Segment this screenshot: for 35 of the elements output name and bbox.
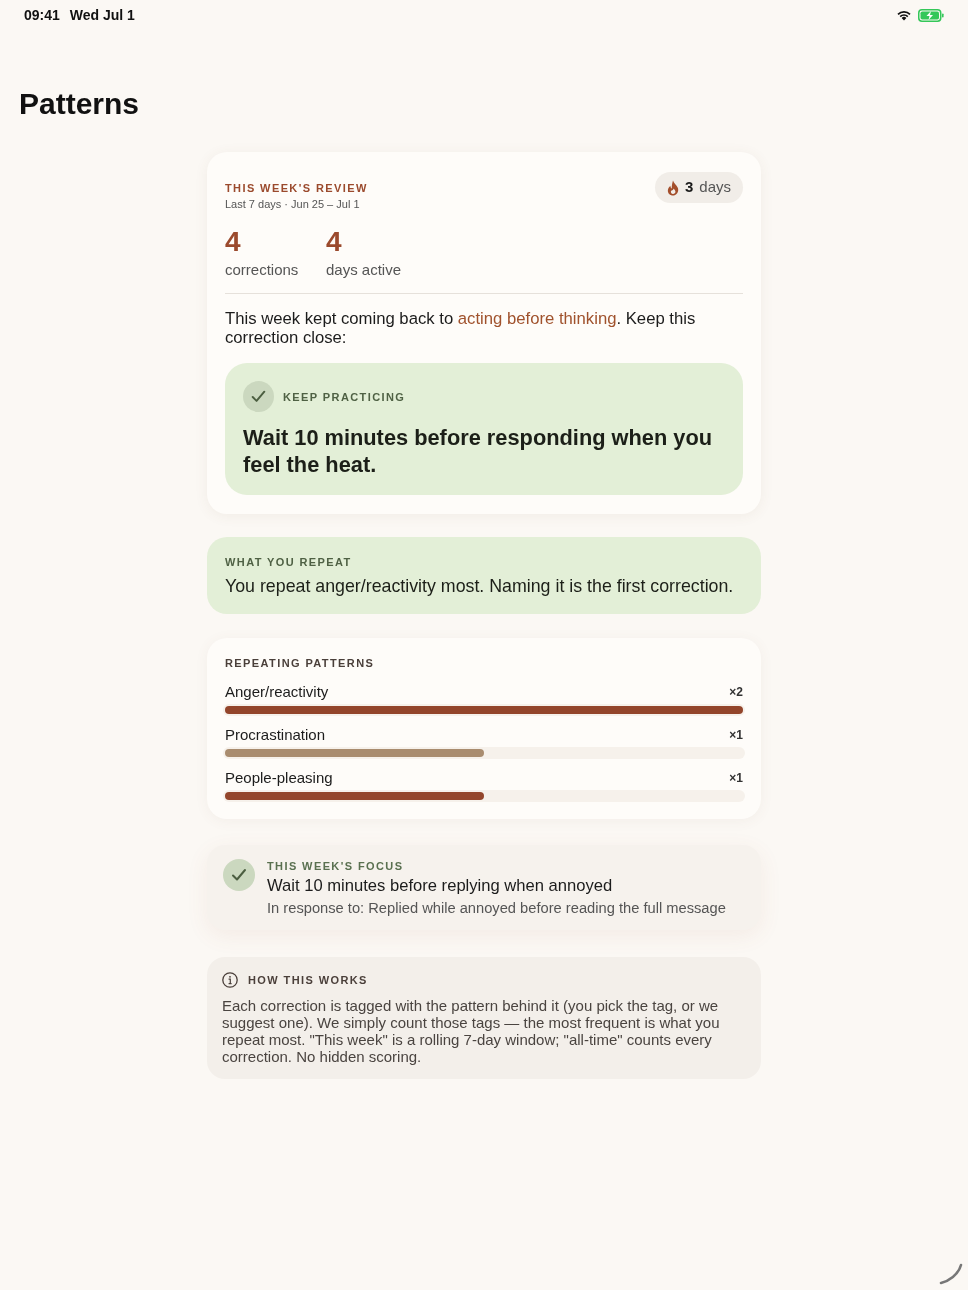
pattern-count: ×1 bbox=[729, 727, 743, 743]
practice-text: Wait 10 minutes before responding when you feel the heat. bbox=[243, 424, 714, 478]
status-date: Wed Jul 1 bbox=[69, 5, 135, 25]
summary-text: This week kept coming back to acting before thinking. Keep this correction close: bbox=[225, 309, 697, 347]
section-label: WHAT YOU REPEAT bbox=[225, 555, 352, 569]
focus-title: Wait 10 minutes before replying when annoyed bbox=[267, 876, 613, 896]
focus-context: In response to: Replied while annoyed before reading the full message bbox=[267, 899, 726, 917]
stat-label: corrections bbox=[225, 261, 299, 279]
repeat-text: You repeat anger/reactivity most. Naming it is the first correction. bbox=[225, 575, 734, 597]
pattern-count: ×2 bbox=[729, 684, 743, 700]
section-label: THIS WEEK'S FOCUS bbox=[267, 859, 404, 873]
section-label: HOW THIS WORKS bbox=[248, 973, 368, 987]
checkmark-icon bbox=[243, 381, 274, 412]
section-label: REPEATING PATTERNS bbox=[225, 656, 375, 670]
page-title: Patterns bbox=[19, 86, 140, 122]
streak-unit: days bbox=[699, 177, 731, 198]
corner-handle-icon[interactable] bbox=[939, 1263, 963, 1285]
stat-value: 4 bbox=[326, 226, 342, 258]
date-range-text: Last 7 days · Jun 25 – Jul 1 bbox=[225, 197, 360, 211]
wifi-icon bbox=[896, 9, 912, 21]
section-label: THIS WEEK'S REVIEW bbox=[225, 181, 368, 195]
pattern-count: ×1 bbox=[729, 770, 743, 786]
battery-charging-icon bbox=[918, 8, 944, 22]
pattern-name: Anger/reactivity bbox=[225, 682, 329, 702]
section-label: KEEP PRACTICING bbox=[283, 389, 406, 404]
pattern-name: Procrastination bbox=[225, 725, 326, 745]
flame-icon bbox=[666, 179, 679, 196]
pattern-name: People-pleasing bbox=[225, 768, 333, 788]
status-time: 09:41 bbox=[24, 5, 60, 25]
stat-label: days active bbox=[326, 261, 402, 279]
checkmark-icon bbox=[223, 859, 255, 891]
stat-value: 4 bbox=[225, 226, 241, 258]
streak-count: 3 bbox=[684, 177, 694, 198]
info-text: Each correction is tagged with the pattern behind it (you pick the tag, or we suggest one). We simply count those tags — the most frequent is what you repeat most. "This week" is a rolling 7-day window; "all-time" counts every correction. No hidden scoring. bbox=[222, 997, 721, 1065]
info-icon bbox=[222, 972, 238, 988]
